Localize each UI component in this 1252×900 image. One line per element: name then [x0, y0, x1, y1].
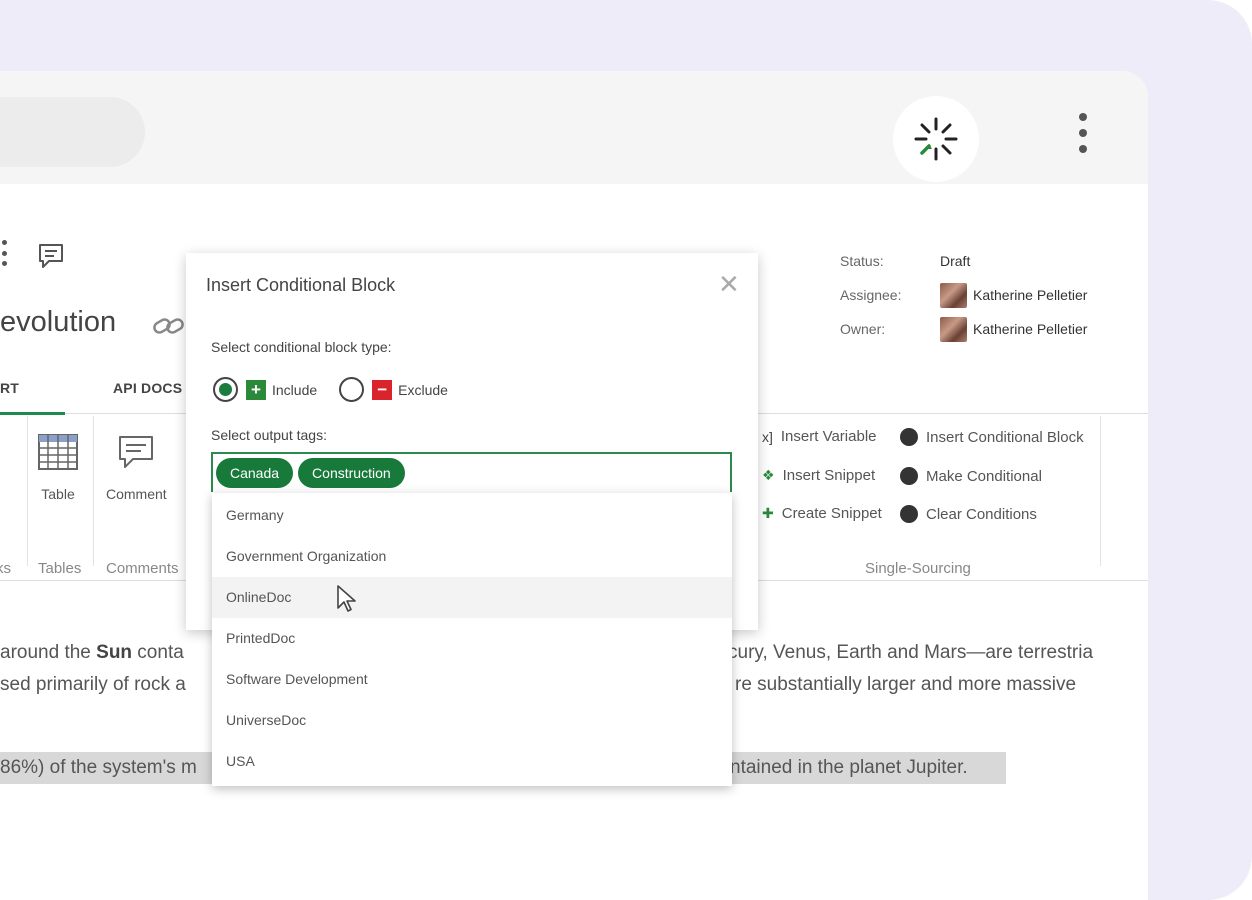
active-tab-indicator	[0, 412, 65, 415]
group-label-comments: Comments	[106, 560, 179, 577]
avatar	[940, 282, 967, 308]
document-metadata: Status: Draft Assignee: Katherine Pellet…	[840, 244, 1087, 346]
tab-insert[interactable]: RT	[0, 380, 19, 396]
create-snippet-button[interactable]: ✚ Create Snippet	[762, 505, 882, 522]
highlighted-text: ntained in the planet Jupiter.	[730, 752, 1006, 784]
dropdown-option[interactable]: PrintedDoc	[212, 618, 732, 659]
paragraph-line: re substantially larger and more massive	[735, 674, 1077, 695]
snippet-icon: ❖	[762, 467, 775, 483]
insert-variable-label: Insert Variable	[780, 428, 877, 445]
dropdown-option[interactable]: Software Development	[212, 659, 732, 700]
link-icon[interactable]	[152, 314, 186, 338]
make-conditional-label: Make Conditional	[926, 467, 1042, 485]
ribbon-divider	[93, 416, 94, 566]
comment-button[interactable]: Comment	[106, 434, 167, 502]
clear-conditions-label: Clear Conditions	[926, 505, 1037, 523]
insert-snippet-button[interactable]: ❖ Insert Snippet	[762, 467, 875, 484]
block-type-radio-group: + Include − Exclude	[213, 377, 448, 402]
assignee-name: Katherine Pelletier	[973, 287, 1088, 303]
status-label: Status:	[840, 253, 884, 269]
paragraph-line: around the Sun conta	[0, 637, 184, 669]
exclude-radio[interactable]	[339, 377, 365, 402]
tag-chip[interactable]: Canada	[216, 458, 294, 488]
avatar	[940, 316, 967, 342]
output-tags-input[interactable]: Canada Construction	[211, 452, 732, 492]
close-icon[interactable]: ✕	[718, 271, 740, 297]
document-title: evolution	[0, 306, 117, 338]
comment-icon[interactable]	[37, 242, 65, 270]
include-label[interactable]: Include	[272, 382, 317, 398]
dropdown-option[interactable]: OnlineDoc	[212, 577, 732, 618]
bold-text-run: Sun	[96, 642, 133, 663]
assignee-label: Assignee:	[840, 287, 902, 303]
minus-icon: −	[372, 379, 393, 400]
clear-conditions-button[interactable]: Clear Conditions	[900, 505, 1037, 523]
owner[interactable]: Katherine Pelletier	[940, 316, 1088, 342]
dropdown-option[interactable]: Germany	[212, 495, 732, 536]
output-tags-label: Select output tags:	[211, 427, 327, 443]
conditional-block-icon	[900, 428, 918, 446]
dropdown-option[interactable]: UniverseDoc	[212, 700, 732, 741]
make-conditional-button[interactable]: Make Conditional	[900, 467, 1042, 485]
insert-conditional-block-label: Insert Conditional Block	[926, 428, 1084, 446]
owner-label: Owner:	[840, 321, 886, 337]
assignee[interactable]: Katherine Pelletier	[940, 282, 1088, 308]
dropdown-option[interactable]: USA	[212, 741, 732, 782]
table-button[interactable]: Table	[38, 434, 78, 502]
ribbon-divider	[1100, 416, 1101, 566]
group-label-single-sourcing: Single-Sourcing	[865, 560, 971, 577]
group-label-links: ks	[0, 560, 11, 577]
paragraph-line: sed primarily of rock a	[0, 674, 186, 695]
mouse-pointer-icon	[337, 585, 356, 612]
variable-icon: x]	[762, 428, 773, 445]
insert-snippet-label: Insert Snippet	[782, 467, 876, 484]
group-label-tables: Tables	[38, 560, 82, 577]
tags-dropdown: Germany Government Organization OnlineDo…	[212, 493, 732, 786]
table-button-label: Table	[41, 486, 75, 502]
insert-conditional-block-button[interactable]: Insert Conditional Block	[900, 428, 1084, 446]
owner-name: Katherine Pelletier	[973, 321, 1088, 337]
text-run: conta	[132, 642, 184, 663]
address-bar[interactable]	[0, 97, 145, 167]
create-snippet-label: Create Snippet	[781, 505, 882, 522]
insert-variable-button[interactable]: x] Insert Variable	[762, 428, 877, 445]
kebab-menu-icon[interactable]	[1070, 109, 1096, 157]
clear-conditions-icon	[900, 505, 918, 523]
create-snippet-icon: ✚	[762, 505, 774, 521]
browser-toolbar	[0, 71, 1148, 184]
text-run: around the	[0, 642, 97, 663]
dropdown-option[interactable]: Government Organization	[212, 536, 732, 577]
exclude-label[interactable]: Exclude	[398, 382, 448, 398]
dialog-title: Insert Conditional Block	[206, 275, 396, 295]
extension-icon	[914, 117, 958, 161]
block-type-label: Select conditional block type:	[211, 339, 392, 355]
comment-button-label: Comment	[106, 486, 167, 502]
highlighted-text: 86%) of the system's m	[0, 752, 230, 784]
app-kebab-menu-icon[interactable]	[2, 240, 10, 266]
screen-frame: evolution Status: Draft Assignee: Kather…	[0, 0, 1252, 900]
ribbon-divider	[27, 416, 28, 566]
table-icon	[38, 434, 78, 470]
status-value: Draft	[940, 253, 971, 269]
tag-chip[interactable]: Construction	[298, 458, 405, 488]
tab-api-docs[interactable]: API DOCS	[113, 380, 182, 396]
comment-icon	[119, 436, 154, 468]
paragraph-line: cury, Venus, Earth and Mars—are terrestr…	[728, 642, 1094, 663]
include-radio[interactable]	[213, 377, 238, 402]
extension-button[interactable]	[893, 96, 979, 182]
plus-icon: +	[246, 379, 266, 400]
make-conditional-icon	[900, 467, 918, 485]
